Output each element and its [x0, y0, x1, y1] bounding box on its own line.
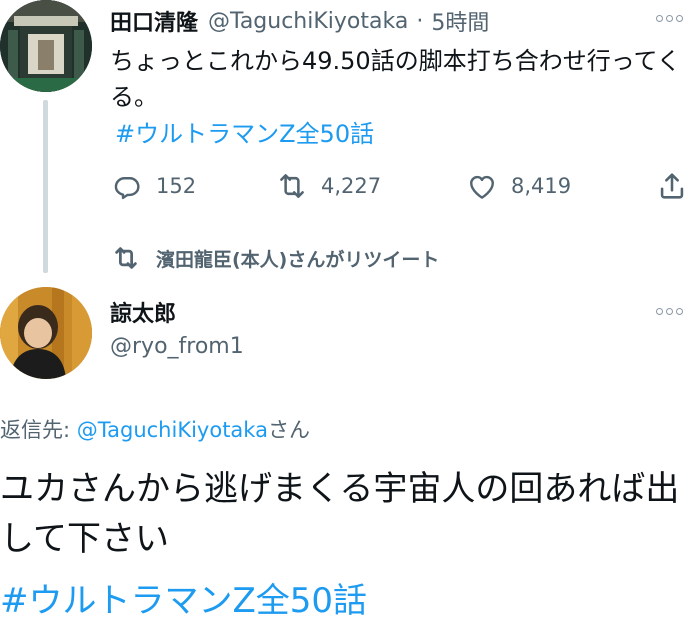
tweet1-separator: · — [416, 8, 424, 34]
retweet-button[interactable]: 4,227 — [275, 168, 381, 204]
retweet-count: 4,227 — [321, 174, 382, 198]
retweet-icon — [115, 247, 137, 269]
like-count: 8,419 — [511, 174, 572, 198]
tweet1-text: ちょっとこれから49.50話の脚本打ち合わせ行ってくる。 — [110, 47, 681, 111]
reply-button[interactable]: 152 — [110, 168, 196, 204]
like-icon — [470, 175, 494, 199]
tweet2-author-handle[interactable]: @ryo_from1 — [110, 334, 244, 359]
avatar-taguchi[interactable] — [0, 0, 92, 92]
more-icon[interactable] — [656, 308, 683, 315]
tweet1-author-name[interactable]: 田口清隆 — [110, 5, 198, 37]
reply-to-mention[interactable]: @TaguchiKiyotaka — [77, 418, 268, 442]
share-icon — [660, 173, 684, 199]
reply-to-prefix: 返信先: — [0, 418, 77, 442]
tweet2-text: ユカさんから逃げまくる宇宙人の回あれば出して下さい — [0, 469, 680, 559]
tweet1-header: 田口清隆 @TaguchiKiyotaka · 5時間 — [110, 5, 489, 37]
share-button[interactable] — [655, 168, 689, 204]
tweet1-author-handle[interactable]: @TaguchiKiyotaka — [208, 9, 408, 34]
thread-connector-line — [43, 100, 48, 273]
avatar-ryotaro[interactable] — [0, 287, 92, 379]
reply-count: 152 — [156, 174, 197, 198]
retweet-icon — [280, 174, 304, 198]
tweet1-hashtag[interactable]: #ウルトラマンZ全50話 — [115, 116, 374, 152]
tweet2-hashtag[interactable]: #ウルトラマンZ全50話 — [0, 577, 367, 625]
retweet-notice[interactable]: 濱田龍臣(本人)さんがリツイート — [110, 243, 439, 273]
tweet1-timestamp[interactable]: 5時間 — [431, 5, 489, 37]
tweet1-action-bar: 152 4,227 8,419 — [110, 168, 690, 204]
reply-to-line: 返信先: @TaguchiKiyotakaさん — [0, 414, 310, 444]
reply-icon — [114, 177, 140, 200]
reply-to-suffix: さん — [267, 418, 310, 442]
tweet2-author-name[interactable]: 諒太郎 — [110, 296, 176, 328]
retweet-notice-label: 濱田龍臣(本人)さんがリツイート — [156, 248, 440, 271]
like-button[interactable]: 8,419 — [465, 168, 571, 204]
more-icon[interactable] — [656, 15, 683, 22]
